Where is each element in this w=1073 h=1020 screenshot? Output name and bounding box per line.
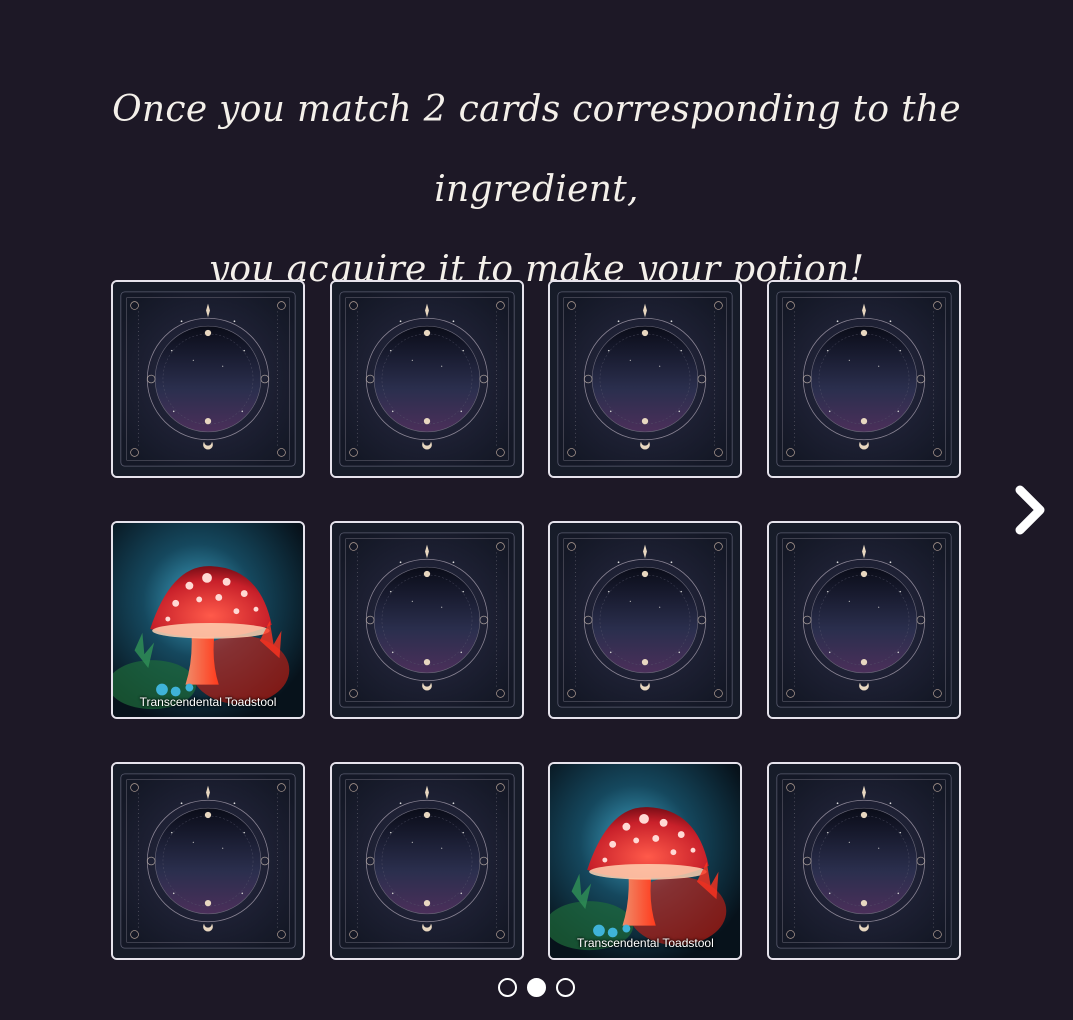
memory-card-face-down[interactable] [767,762,962,960]
memory-card-grid: Transcendental Toadstool Transcendental … [111,280,962,960]
chevron-right-icon[interactable] [1008,480,1056,540]
card-back-pattern [550,523,741,717]
memory-card-face-down[interactable] [329,280,524,478]
card-back-pattern [331,523,522,717]
card-back-pattern [113,764,303,958]
memory-card-face-down[interactable] [111,762,305,960]
pagination-dot-2[interactable] [527,978,546,997]
card-back-pattern [769,282,960,476]
card-back-pattern [550,282,741,476]
card-back-pattern [331,282,522,476]
pagination-dot-1[interactable] [498,978,517,997]
instruction-heading: Once you match 2 cards corresponding to … [60,70,1013,310]
memory-card-face-down[interactable] [111,280,305,478]
memory-card-face-up[interactable]: Transcendental Toadstool [548,762,743,960]
toadstool-image [113,523,303,717]
card-back-pattern [769,764,960,958]
pagination-dots [0,978,1073,997]
memory-card-face-down[interactable] [548,521,743,719]
card-label: Transcendental Toadstool [576,936,714,950]
instruction-line-1: Once you match 2 cards corresponding to … [112,89,961,210]
pagination-dot-3[interactable] [556,978,575,997]
toadstool-image [550,764,741,958]
card-back-pattern [113,282,303,476]
memory-card-face-up[interactable]: Transcendental Toadstool [111,521,305,719]
memory-card-face-down[interactable] [548,280,743,478]
memory-card-face-down[interactable] [329,762,524,960]
memory-card-face-down[interactable] [767,521,962,719]
card-back-pattern [769,523,960,717]
memory-card-face-down[interactable] [767,280,962,478]
memory-card-face-down[interactable] [329,521,524,719]
card-back-pattern [331,764,522,958]
card-label: Transcendental Toadstool [139,695,277,709]
